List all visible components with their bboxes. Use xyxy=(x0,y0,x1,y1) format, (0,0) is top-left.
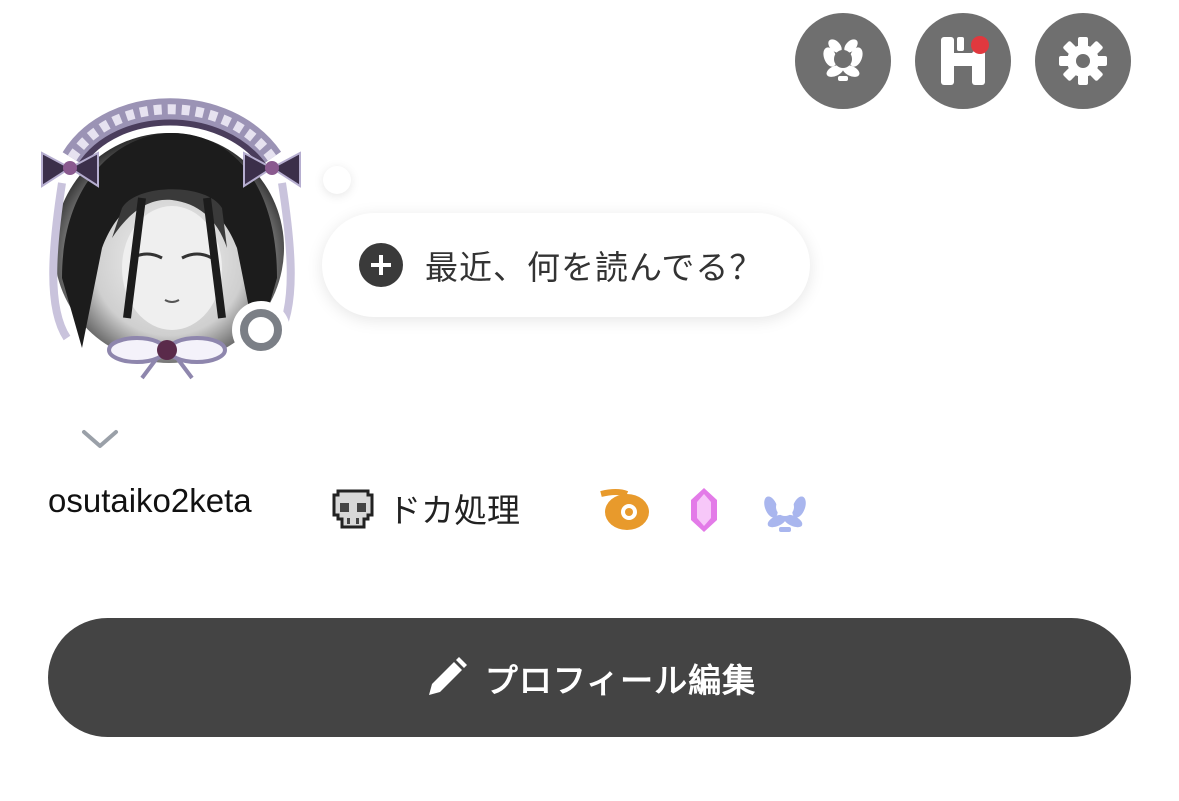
notification-dot xyxy=(971,36,989,54)
skull-icon xyxy=(332,489,374,529)
app-button[interactable] xyxy=(915,13,1011,109)
plus-circle-icon xyxy=(359,243,403,287)
orange-badge-icon[interactable] xyxy=(597,486,651,534)
pink-gem-icon[interactable] xyxy=(689,486,719,534)
achievements-button[interactable] xyxy=(795,13,891,109)
status-placeholder: 最近、何を読んでる？ xyxy=(425,248,764,287)
status-bubble[interactable]: 最近、何を読んでる？ xyxy=(322,213,810,317)
badge-list xyxy=(597,485,851,535)
title-label: ドカ処理 xyxy=(388,491,520,530)
chevron-down-icon[interactable] xyxy=(80,420,120,460)
laurel-icon xyxy=(823,39,863,81)
blue-laurel-icon[interactable] xyxy=(757,485,813,535)
settings-button[interactable] xyxy=(1035,13,1131,109)
status-ring-icon xyxy=(232,301,290,359)
user-title[interactable]: ドカ処理 xyxy=(330,484,520,532)
edit-profile-button[interactable]: プロフィール編集 xyxy=(48,618,1131,737)
bubble-dot xyxy=(323,166,351,194)
username: osutaiko2keta xyxy=(48,482,252,519)
gear-icon xyxy=(1059,37,1107,85)
pencil-icon xyxy=(428,656,467,695)
avatar[interactable] xyxy=(22,88,317,383)
edit-profile-label: プロフィール編集 xyxy=(484,660,757,700)
